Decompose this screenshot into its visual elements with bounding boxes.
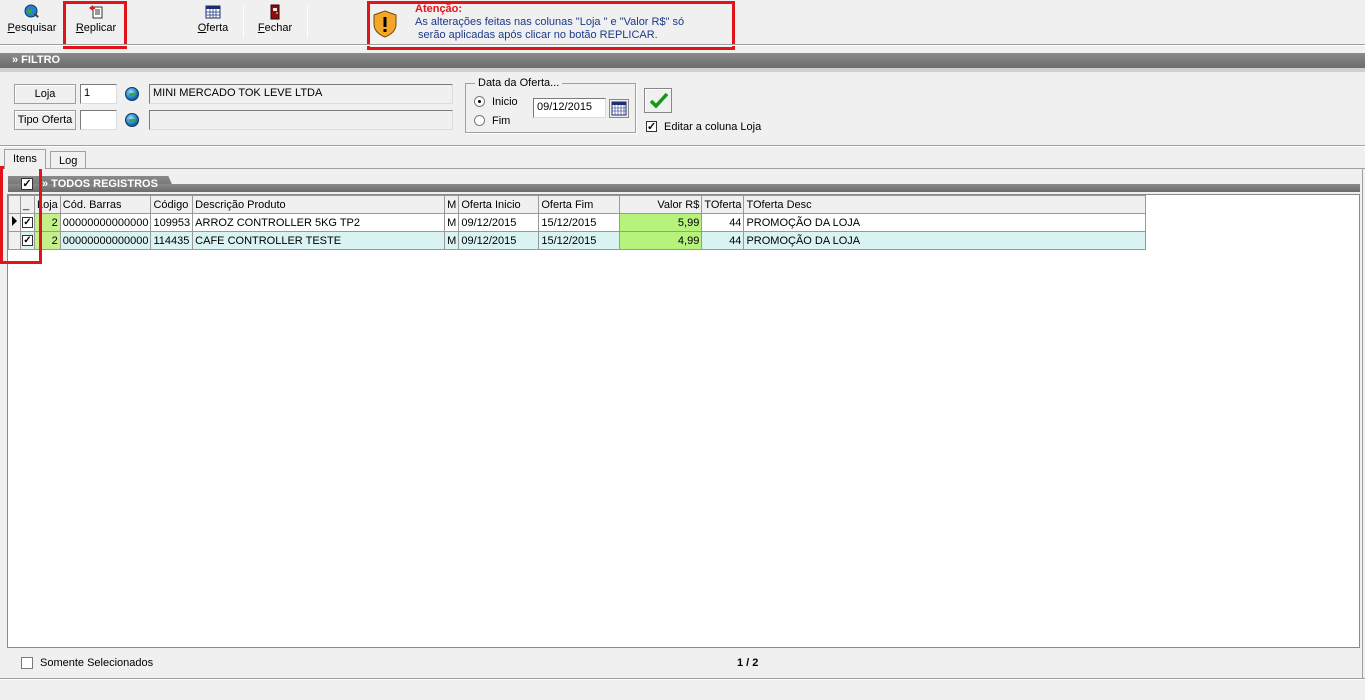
green-check-icon	[649, 92, 669, 109]
warning-title: Atenção:	[415, 3, 463, 15]
col-codigo[interactable]: Código	[150, 195, 194, 214]
cell-fim: 15/12/2015	[538, 231, 621, 250]
cell-codigo: 114435	[150, 231, 194, 250]
editar-loja-label: Editar a coluna Loja	[664, 121, 762, 133]
warning-line1: As alterações feitas nas colunas "Loja "…	[415, 16, 685, 28]
col-toferta[interactable]: TOferta	[701, 195, 745, 214]
tipo-oferta-description	[149, 110, 453, 130]
pager-indicator: 1 / 2	[737, 657, 759, 669]
toolbar-divider	[0, 44, 1365, 46]
tab-panel-right-border	[1362, 168, 1363, 678]
inicio-label: Inicio	[492, 96, 518, 108]
items-grid: _ Loja Cód. Barras Código Descrição Prod…	[8, 195, 1147, 250]
col-barras[interactable]: Cód. Barras	[59, 195, 152, 214]
status-bar	[0, 682, 1365, 700]
tipo-oferta-label: Tipo Oferta	[14, 110, 76, 130]
editar-loja-checkbox[interactable]: ✓	[646, 121, 657, 133]
filtro-header-shadow	[0, 68, 1365, 72]
cell-valor[interactable]: 5,99	[619, 213, 703, 232]
todos-registros-label: » TODOS REGISTROS	[42, 178, 158, 190]
cell-m: M	[444, 213, 460, 232]
checkbox-column-highlight	[0, 166, 42, 264]
toolbar-separator	[307, 6, 308, 38]
cell-codigo: 109953	[150, 213, 194, 232]
fim-label: Fim	[492, 115, 511, 127]
cell-toferta: 44	[701, 231, 745, 250]
cell-fim: 15/12/2015	[538, 213, 621, 232]
cell-toferta-desc: PROMOÇÃO DA LOJA	[743, 213, 1147, 232]
loja-input[interactable]: 1	[80, 84, 117, 104]
somente-selecionados-checkbox[interactable]	[21, 657, 33, 669]
inicio-radio[interactable]	[474, 96, 485, 107]
cell-toferta-desc: PROMOÇÃO DA LOJA	[743, 231, 1147, 250]
col-oferta-fim[interactable]: Oferta Fim	[538, 195, 621, 214]
grid-header-row: _ Loja Cód. Barras Código Descrição Prod…	[8, 195, 1147, 214]
calendar-picker-icon[interactable]	[609, 99, 629, 118]
calendar-icon	[205, 5, 221, 19]
todos-registros-bar	[8, 184, 1360, 192]
grid-panel	[7, 194, 1360, 648]
search-globe-icon	[24, 4, 39, 18]
warning-line2: serão aplicadas após clicar no botão REP…	[415, 29, 658, 41]
replicar-highlight	[63, 1, 127, 49]
col-m[interactable]: M	[444, 195, 460, 214]
loja-search-icon[interactable]	[125, 87, 139, 101]
filter-divider	[0, 145, 1365, 147]
apply-filter-button[interactable]	[644, 88, 672, 113]
exit-door-icon	[270, 4, 280, 20]
cell-inicio: 09/12/2015	[458, 213, 540, 232]
pesquisar-label: Pesquisar	[7, 22, 57, 34]
pesquisar-button[interactable]: Pesquisar	[6, 4, 58, 34]
col-valor[interactable]: Valor R$	[619, 195, 703, 214]
cell-toferta: 44	[701, 213, 745, 232]
tipo-oferta-search-icon[interactable]	[125, 113, 139, 127]
loja-description: MINI MERCADO TOK LEVE LTDA	[149, 84, 453, 104]
tab-baseline	[0, 168, 1365, 169]
tab-log[interactable]: Log	[50, 151, 87, 169]
col-descricao[interactable]: Descrição Produto	[192, 195, 446, 214]
fechar-button[interactable]: Fechar	[252, 4, 298, 34]
fechar-label: Fechar	[257, 22, 293, 34]
tipo-oferta-input[interactable]	[80, 110, 117, 130]
cell-barras: 00000000000000	[59, 213, 152, 232]
fim-radio[interactable]	[474, 115, 485, 126]
cell-inicio: 09/12/2015	[458, 231, 540, 250]
oferta-label: Oferta	[197, 22, 229, 34]
toolbar-separator	[243, 6, 244, 38]
tab-itens[interactable]: Itens	[4, 149, 46, 169]
col-toferta-desc[interactable]: TOferta Desc	[743, 195, 1147, 214]
table-row[interactable]: ✓ 2 00000000000000 114435 CAFE CONTROLLE…	[8, 231, 1147, 250]
col-oferta-inicio[interactable]: Oferta Inicio	[458, 195, 540, 214]
oferta-button[interactable]: Oferta	[190, 4, 236, 34]
data-oferta-input[interactable]: 09/12/2015	[533, 98, 606, 118]
cell-descricao: ARROZ CONTROLLER 5KG TP2	[192, 213, 446, 232]
cell-valor[interactable]: 4,99	[619, 231, 703, 250]
cell-barras: 00000000000000	[59, 231, 152, 250]
warning-shield-icon	[373, 10, 397, 38]
loja-label: Loja	[14, 84, 76, 104]
filtro-header: » FILTRO	[0, 53, 1365, 68]
cell-m: M	[444, 231, 460, 250]
cell-descricao: CAFE CONTROLLER TESTE	[192, 231, 446, 250]
table-row[interactable]: ✓ 2 00000000000000 109953 ARROZ CONTROLL…	[8, 213, 1147, 232]
somente-selecionados-label: Somente Selecionados	[40, 657, 154, 669]
data-oferta-legend: Data da Oferta...	[475, 77, 563, 89]
status-divider	[0, 678, 1365, 680]
